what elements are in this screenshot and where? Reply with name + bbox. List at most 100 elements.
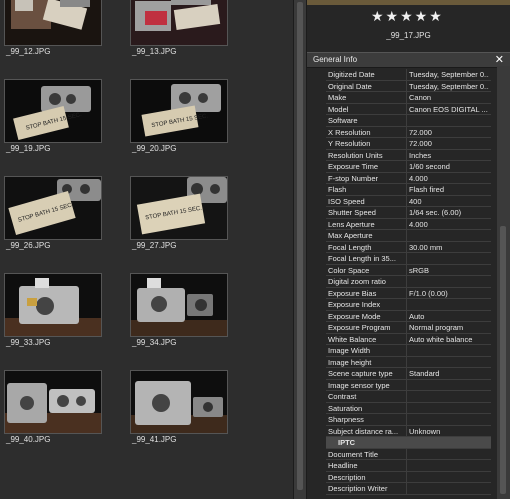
thumbnail-label: _99_33.JPG (6, 338, 51, 347)
column-divider (406, 299, 407, 310)
metadata-row: Contrast (326, 391, 491, 403)
thumbnail-label: _99_26.JPG (6, 241, 51, 250)
metadata-value: Tuesday, September 0... (409, 70, 489, 79)
thumbnail-image[interactable]: STOP BATH 15 SEC. (130, 176, 228, 240)
column-divider (406, 310, 407, 322)
metadata-key: IPTC (338, 438, 356, 447)
thumbnail-image[interactable] (4, 370, 102, 434)
column-divider (406, 333, 407, 345)
metadata-key: Y Resolution (328, 139, 371, 148)
metadata-row: Exposure Program Normal program (326, 322, 491, 334)
metadata-key: Model (328, 104, 349, 114)
column-divider (406, 115, 407, 126)
metadata-key: Headline (328, 461, 358, 470)
column-divider (406, 471, 407, 483)
metadata-key: Resolution Units (328, 150, 383, 160)
thumbnail-image[interactable]: STOP BATH 15 SEC. (130, 79, 228, 143)
metadata-key: Exposure Mode (328, 311, 381, 321)
metadata-row: Model Canon EOS DIGITAL ... (326, 103, 491, 115)
metadata-row: Lens Aperture 4.000 (326, 218, 491, 230)
metadata-row: Exposure Mode Auto (326, 310, 491, 322)
metadata-row: Headline (326, 460, 491, 472)
metadata-key: Exposure Index (328, 300, 381, 309)
thumbnail-image[interactable] (4, 0, 102, 46)
metadata-key: Exposure Program (328, 323, 391, 332)
metadata-value: Auto (409, 311, 425, 321)
close-icon[interactable]: ✕ (495, 53, 504, 66)
metadata-key: Color Space (328, 265, 370, 275)
metadata-row: Image Width (326, 345, 491, 357)
metadata-key: Image sensor type (328, 380, 390, 390)
metadata-key: Subject distance ra... (328, 426, 399, 436)
metadata-row: Max Aperture (326, 230, 491, 242)
metadata-key: ISO Speed (328, 196, 365, 206)
metadata-value: Standard (409, 369, 440, 378)
column-divider (406, 92, 407, 103)
info-gutter (307, 69, 326, 499)
column-divider (406, 241, 407, 253)
column-divider (406, 368, 407, 379)
column-divider (406, 402, 407, 414)
column-divider (406, 126, 407, 138)
thumbnail-label: _99_27.JPG (132, 241, 177, 250)
metadata-key: Focal Length in 35... (328, 254, 396, 263)
gallery-scrollbar-thumb[interactable] (297, 2, 303, 490)
metadata-key: Shutter Speed (328, 208, 376, 217)
preview-image-strip (307, 0, 510, 5)
gallery-scrollbar[interactable] (293, 0, 307, 499)
metadata-row: Exposure Bias F/1.0 (0.00) (326, 287, 491, 299)
metadata-key: Exposure Bias (328, 288, 377, 298)
metadata-key: Software (328, 116, 358, 125)
metadata-key: Description Writer (328, 484, 388, 493)
column-divider (406, 391, 407, 402)
preview-filename: _99_17.JPG (386, 31, 431, 40)
general-info-title: General Info (313, 55, 358, 64)
column-divider (406, 161, 407, 172)
metadata-row: Exposure Time 1/60 second (326, 161, 491, 173)
thumbnail-image[interactable] (130, 273, 228, 337)
metadata-value: Normal program (409, 323, 464, 332)
column-divider (406, 69, 407, 80)
column-divider (406, 414, 407, 425)
metadata-row: Y Resolution 72.000 (326, 138, 491, 150)
metadata-row: Software (326, 115, 491, 127)
metadata-row: Focal Length in 35... (326, 253, 491, 265)
metadata-key: Description (328, 472, 366, 482)
metadata-row: F-stop Number 4.000 (326, 172, 491, 184)
column-divider (406, 379, 407, 391)
rating-stars[interactable]: ★★★★★ (371, 8, 444, 25)
metadata-key: Digital zoom ratio (328, 277, 386, 286)
metadata-row: Flash Flash fired (326, 184, 491, 196)
thumbnail-label: _99_34.JPG (132, 338, 177, 347)
thumbnail-image[interactable] (130, 370, 228, 434)
metadata-value: F/1.0 (0.00) (409, 288, 448, 298)
metadata-section-header[interactable]: −IPTC (326, 437, 491, 449)
thumbnail-image[interactable] (4, 273, 102, 337)
metadata-value: 400 (409, 196, 422, 206)
metadata-row: White Balance Auto white balance (326, 333, 491, 345)
metadata-row: Focal Length 30.00 mm (326, 241, 491, 253)
metadata-row: Saturation (326, 402, 491, 414)
metadata-row: Image sensor type (326, 379, 491, 391)
thumbnail-image[interactable] (130, 0, 228, 46)
column-divider (406, 184, 407, 195)
metadata-row: Document Title (326, 448, 491, 460)
metadata-value: Flash fired (409, 185, 445, 194)
metadata-value: 1/64 sec. (6.00) (409, 208, 462, 217)
metadata-key: Image height (328, 357, 372, 367)
metadata-table: Digitized Date Tuesday, September 0... Ori… (326, 69, 491, 499)
column-divider (406, 207, 407, 218)
thumbnail-image[interactable]: STOP BATH 15 SEC. (4, 176, 102, 240)
metadata-row: Exposure Index (326, 299, 491, 311)
thumbnail-image[interactable]: STOP BATH 15 SEC. (4, 79, 102, 143)
metadata-row: Resolution Units Inches (326, 149, 491, 161)
info-scrollbar[interactable] (497, 66, 510, 499)
info-scrollbar-thumb[interactable] (500, 226, 506, 494)
column-divider (406, 425, 407, 437)
metadata-value: 4.000 (409, 219, 428, 229)
thumbnail-label: _99_13.JPG (132, 47, 177, 56)
thumbnail-label: _99_12.JPG (6, 47, 51, 56)
metadata-key: Image Width (328, 346, 371, 355)
metadata-key: X Resolution (328, 127, 371, 137)
thumbnail-label: _99_20.JPG (132, 144, 177, 153)
